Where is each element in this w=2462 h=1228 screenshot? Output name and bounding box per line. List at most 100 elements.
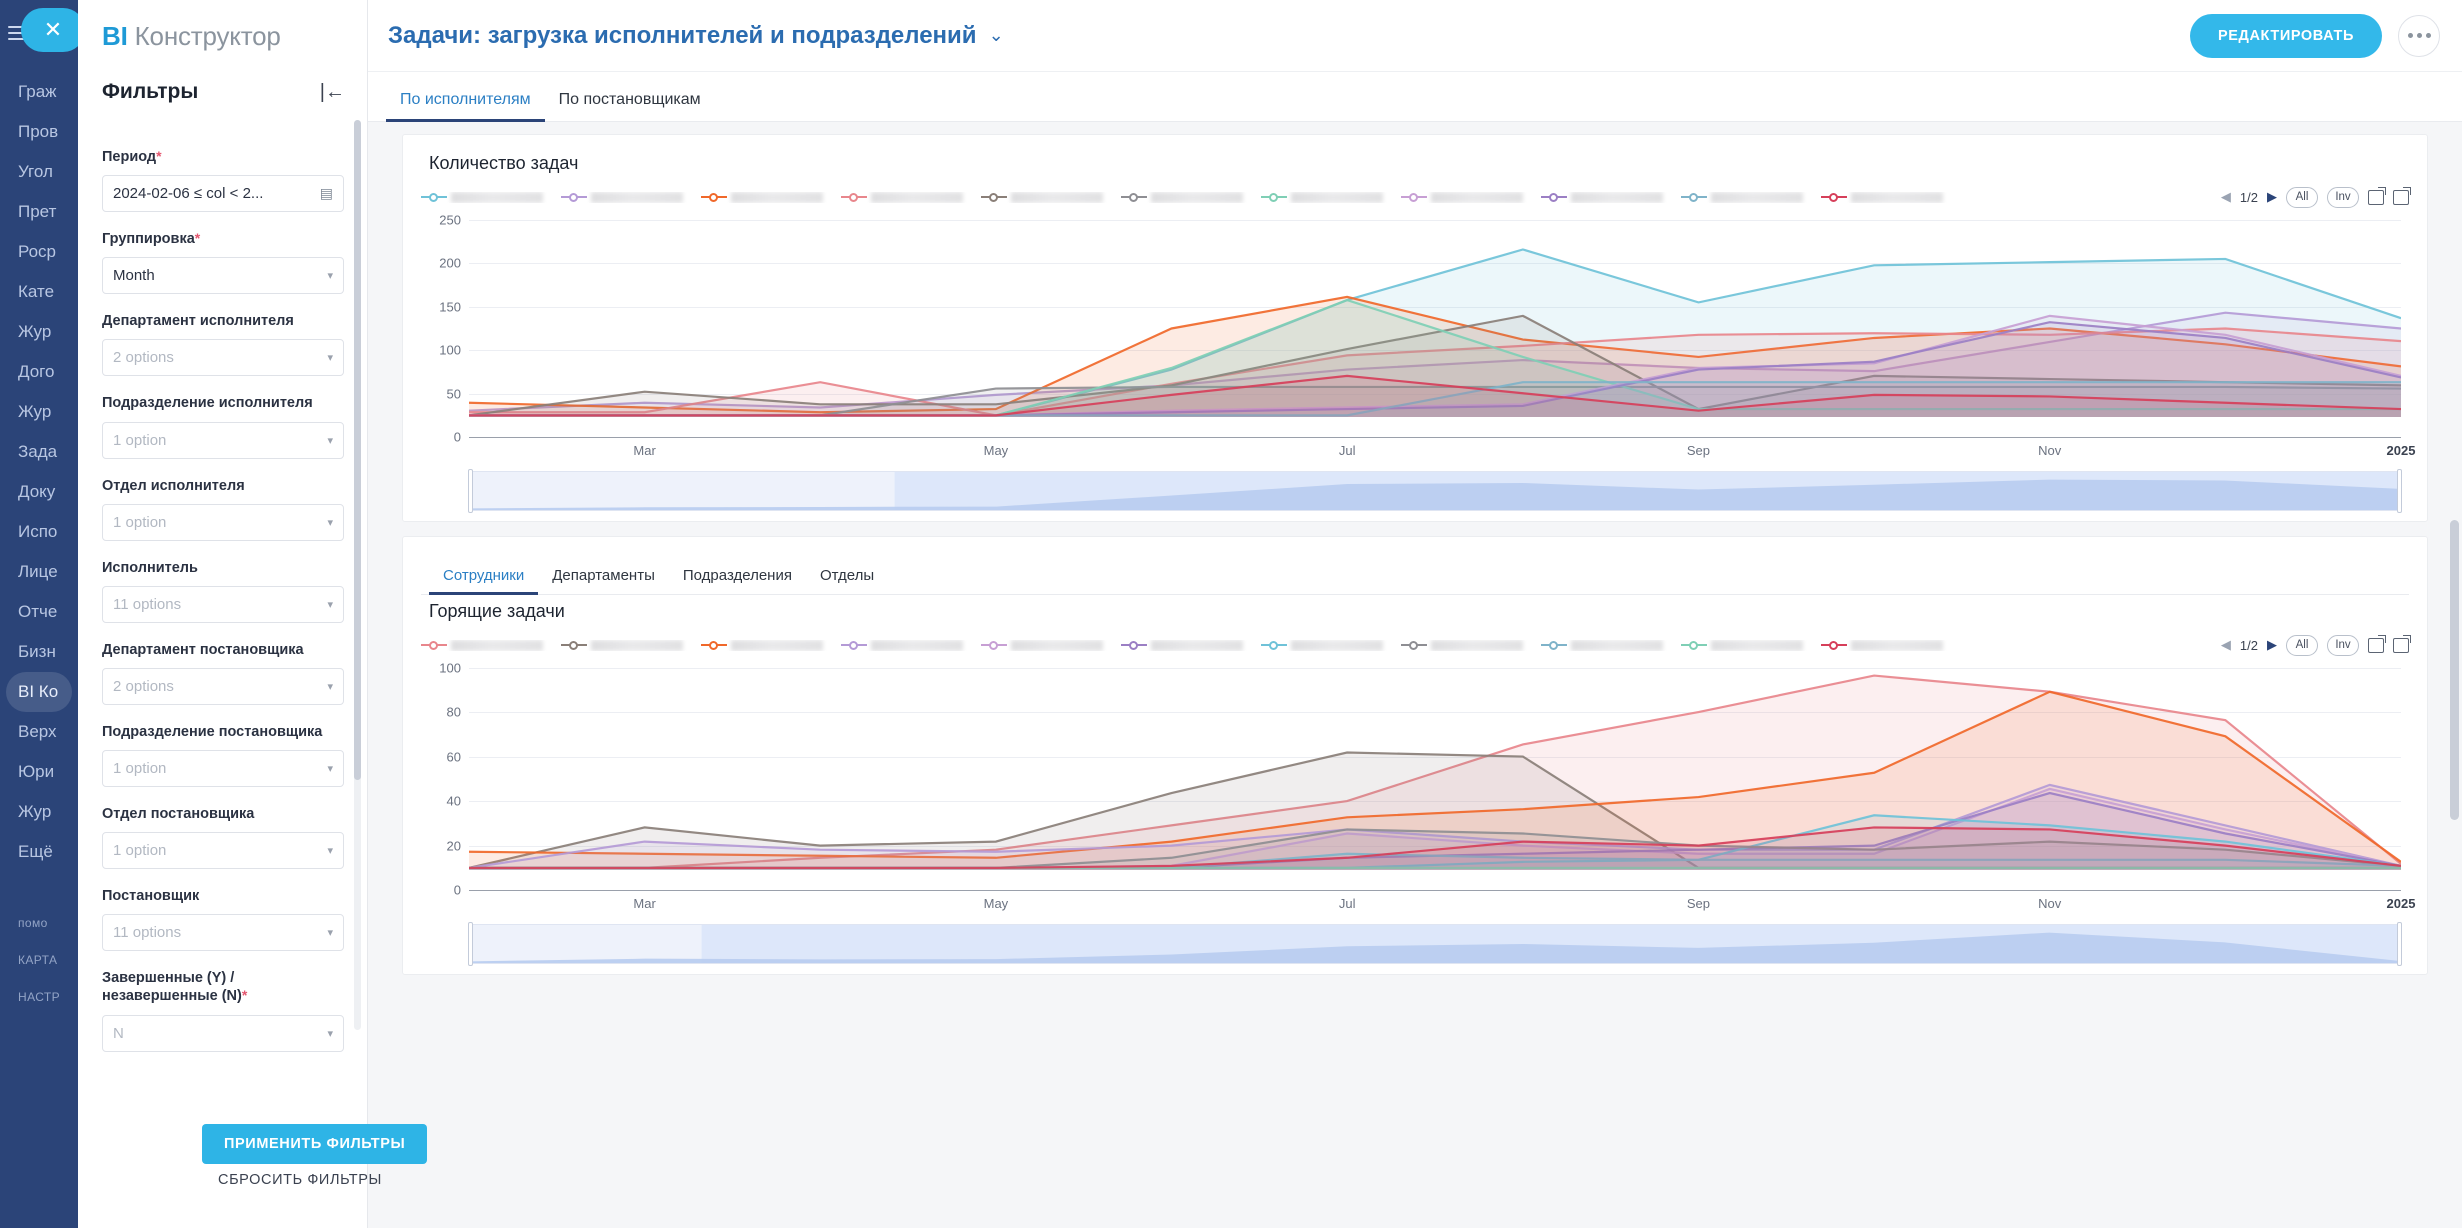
legend-item-8[interactable] — [1541, 191, 1679, 203]
brush-handle-left[interactable] — [468, 469, 473, 513]
chevron-down-icon[interactable]: ▾ — [327, 434, 333, 447]
filter-control-4[interactable]: 1 option ▾ — [102, 503, 344, 541]
chevron-down-icon[interactable]: ▾ — [327, 762, 333, 775]
filters-scrollbar[interactable] — [354, 120, 361, 1030]
chart-plot-area-2[interactable]: 0 20 40 60 80 100 Mar May Jul Sep Nov 2025 — [421, 661, 2415, 912]
legend-item-7[interactable] — [1401, 191, 1539, 203]
sidebar-item-7[interactable]: Дого — [0, 352, 78, 392]
legend-item-10[interactable] — [1821, 639, 1959, 651]
sidebar-item-13[interactable]: Отче — [0, 592, 78, 632]
tab-0[interactable]: По исполнителям — [386, 91, 545, 122]
filter-control-9[interactable]: 11 options ▾ — [102, 914, 344, 952]
filter-control-8[interactable]: 1 option ▾ — [102, 832, 344, 870]
legend-item-2[interactable] — [701, 639, 839, 651]
edit-button[interactable]: РЕДАКТИРОВАТЬ — [2190, 13, 2382, 58]
legend-item-1[interactable] — [561, 639, 699, 651]
chevron-down-icon[interactable]: ▾ — [327, 351, 333, 364]
legend-item-8[interactable] — [1541, 639, 1679, 651]
legend-item-2[interactable] — [701, 191, 839, 203]
brush-handle-left-2[interactable] — [468, 922, 473, 966]
tab-1[interactable]: По постановщикам — [545, 91, 715, 121]
chart-brush-1[interactable] — [468, 922, 2402, 966]
brush-handle-right[interactable] — [2397, 469, 2402, 513]
sidebar-item-3[interactable]: Прет — [0, 192, 78, 232]
legend-item-9[interactable] — [1681, 191, 1819, 203]
sidebar-item-15[interactable]: BI Ко — [6, 672, 72, 712]
calendar-icon[interactable]: ▤ — [320, 185, 333, 202]
chevron-right-icon[interactable]: ▶ — [2267, 189, 2277, 205]
sidebar-item-18[interactable]: Жур — [0, 792, 78, 832]
sidebar-footer-item-1[interactable]: КАРТА — [0, 942, 78, 979]
page-scrollbar[interactable] — [2450, 520, 2459, 820]
legend-item-9[interactable] — [1681, 639, 1819, 651]
legend-select-all-button[interactable]: All — [2286, 186, 2318, 208]
sidebar-item-6[interactable]: Жур — [0, 312, 78, 352]
chevron-down-icon[interactable]: ▾ — [327, 516, 333, 529]
chart-brush-0[interactable] — [468, 469, 2402, 513]
subtab-3[interactable]: Отделы — [806, 567, 888, 594]
chevron-down-icon[interactable]: ▾ — [327, 926, 333, 939]
undo-selection-icon[interactable] — [2393, 634, 2411, 653]
legend-invert-button-2[interactable]: Inv — [2327, 634, 2359, 656]
reset-filters-button[interactable]: СБРОСИТЬ ФИЛЬТРЫ — [218, 1172, 382, 1188]
subtab-2[interactable]: Подразделения — [669, 567, 806, 594]
legend-item-3[interactable] — [841, 639, 979, 651]
sidebar-item-10[interactable]: Доку — [0, 472, 78, 512]
sidebar-item-4[interactable]: Роср — [0, 232, 78, 272]
apply-filters-button[interactable]: ПРИМЕНИТЬ ФИЛЬТРЫ — [202, 1124, 428, 1164]
more-horizontal-icon[interactable] — [2398, 14, 2440, 57]
subtab-0[interactable]: Сотрудники — [429, 567, 539, 595]
sidebar-item-2[interactable]: Угол — [0, 152, 78, 192]
filter-control-1[interactable]: Month ▾ — [102, 257, 344, 295]
legend-item-6[interactable] — [1261, 191, 1399, 203]
legend-item-4[interactable] — [981, 191, 1119, 203]
sidebar-item-9[interactable]: Зада — [0, 432, 78, 472]
sidebar-footer-item-2[interactable]: НАСТР — [0, 979, 78, 1016]
legend-item-1[interactable] — [561, 191, 699, 203]
undo-selection-icon[interactable] — [2393, 186, 2411, 205]
sidebar-item-8[interactable]: Жур — [0, 392, 78, 432]
sidebar-item-1[interactable]: Пров — [0, 112, 78, 152]
legend-item-5[interactable] — [1121, 639, 1259, 651]
filter-control-0[interactable]: 2024-02-06 ≤ col < 2... ▤ — [102, 175, 344, 213]
chart-plot-area[interactable]: 0 50 100 150 200 250 Mar May Jul Sep Nov 2025 — [421, 213, 2415, 459]
collapse-panel-icon[interactable]: |← — [320, 82, 345, 102]
brush-handle-right-2[interactable] — [2397, 922, 2402, 966]
legend-invert-button[interactable]: Inv — [2327, 186, 2359, 208]
sidebar-item-5[interactable]: Кате — [0, 272, 78, 312]
legend-item-5[interactable] — [1121, 191, 1259, 203]
sidebar-item-19[interactable]: Ещё — [0, 832, 78, 872]
filter-control-2[interactable]: 2 options ▾ — [102, 339, 344, 377]
sidebar-item-12[interactable]: Лице — [0, 552, 78, 592]
legend-item-4[interactable] — [981, 639, 1119, 651]
sidebar-item-11[interactable]: Испо — [0, 512, 78, 552]
sidebar-item-14[interactable]: Бизн — [0, 632, 78, 672]
filter-control-5[interactable]: 11 options ▾ — [102, 585, 344, 623]
sidebar-item-16[interactable]: Верх — [0, 712, 78, 752]
subtab-1[interactable]: Департаменты — [538, 567, 669, 594]
chevron-left-icon[interactable]: ◀ — [2221, 189, 2231, 205]
chevron-down-icon[interactable]: ▾ — [327, 844, 333, 857]
chevron-down-icon[interactable]: ▾ — [327, 1027, 333, 1040]
legend-item-0[interactable] — [421, 639, 559, 651]
legend-item-7[interactable] — [1401, 639, 1539, 651]
sidebar-item-17[interactable]: Юри — [0, 752, 78, 792]
chevron-left-icon[interactable]: ◀ — [2221, 637, 2231, 653]
legend-item-6[interactable] — [1261, 639, 1399, 651]
legend-item-0[interactable] — [421, 191, 559, 203]
filter-control-10[interactable]: N ▾ — [102, 1014, 344, 1052]
filter-control-7[interactable]: 1 option ▾ — [102, 750, 344, 787]
legend-item-3[interactable] — [841, 191, 979, 203]
filter-control-3[interactable]: 1 option ▾ — [102, 421, 344, 459]
chevron-down-icon[interactable]: ⌄ — [989, 25, 1004, 46]
close-icon[interactable]: ✕ — [21, 8, 78, 52]
chevron-down-icon[interactable]: ▾ — [327, 269, 333, 282]
chevron-down-icon[interactable]: ▾ — [327, 680, 333, 693]
sidebar-footer-item-0[interactable]: помо — [0, 905, 78, 942]
chevron-down-icon[interactable]: ▾ — [327, 598, 333, 611]
sidebar-item-0[interactable]: Граж — [0, 72, 78, 112]
add-selection-icon[interactable] — [2368, 634, 2386, 653]
legend-item-10[interactable] — [1821, 191, 1959, 203]
add-selection-icon[interactable] — [2368, 186, 2386, 205]
filter-control-6[interactable]: 2 options ▾ — [102, 667, 344, 705]
